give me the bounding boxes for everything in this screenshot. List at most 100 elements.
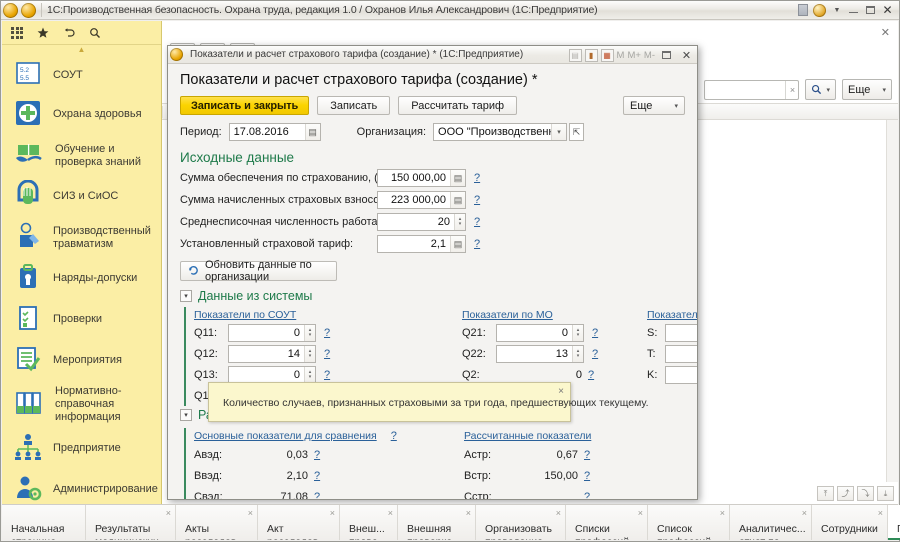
calculator-icon[interactable]: ▤ xyxy=(450,192,465,208)
calculate-tariff-button[interactable]: Рассчитать тариф xyxy=(398,96,517,115)
help-link[interactable]: ? xyxy=(474,172,480,184)
spinner-icon[interactable]: ▴▾ xyxy=(304,325,315,341)
favorites-star-icon[interactable] xyxy=(37,27,49,39)
close-icon[interactable]: × xyxy=(638,507,643,520)
group-header[interactable]: Показатели по страховым случаям xyxy=(647,309,697,321)
help-link[interactable]: ? xyxy=(592,327,598,339)
close-button[interactable]: ✕ xyxy=(879,2,896,18)
calc-left-header[interactable]: Основные показатели для сравнения xyxy=(194,430,377,442)
insurance-amount-input[interactable]: 150 000,00 ▤ xyxy=(377,169,466,187)
background-close-icon[interactable]: ✕ xyxy=(881,26,890,39)
taskbar-tab[interactable]: Акты расследов... × xyxy=(176,505,258,540)
calculator-icon[interactable]: ▤ xyxy=(450,170,465,186)
sidebar-item-reference[interactable]: Нормативно-справочная информация xyxy=(2,381,161,428)
premiums-accrued-input[interactable]: 223 000,00 ▤ xyxy=(377,191,466,209)
sidebar-item-inspections[interactable]: Проверки xyxy=(2,299,161,340)
write-and-close-button[interactable]: Записать и закрыть xyxy=(180,96,309,115)
taskbar-tab[interactable]: Акт расследов... × xyxy=(258,505,340,540)
organization-open-button[interactable]: ⇱ xyxy=(569,123,584,141)
q21-input[interactable]: 0 ▴▾ xyxy=(496,324,584,342)
s-input[interactable]: 2 ▴▾ xyxy=(665,324,697,342)
minimize-button[interactable] xyxy=(845,2,862,18)
group-header[interactable]: Показатели по СОУТ xyxy=(194,309,296,321)
help-link[interactable]: ? xyxy=(592,348,598,360)
coin-icon[interactable] xyxy=(811,2,828,18)
background-more-button[interactable]: Еще ▾ xyxy=(842,79,892,100)
organization-input[interactable]: ООО "Производственное предпри ▾ xyxy=(433,123,567,141)
taskbar-tab[interactable]: Список профессий и... × xyxy=(648,505,730,540)
help-link[interactable]: ? xyxy=(324,348,330,360)
taskbar-tab-active[interactable]: Показатели и расчет... × xyxy=(888,505,900,540)
close-icon[interactable]: × xyxy=(720,507,725,520)
established-tariff-input[interactable]: 2,1 ▤ xyxy=(377,235,466,253)
taskbar-tab[interactable]: Внешняя проверка... × xyxy=(398,505,476,540)
memory-add-button[interactable]: M+ xyxy=(627,50,640,61)
close-icon[interactable]: × xyxy=(388,507,393,520)
chevron-down-icon[interactable]: ▾ xyxy=(180,290,192,302)
calc-right-header[interactable]: Рассчитанные показатели xyxy=(464,430,591,442)
sidebar-item-injury[interactable]: Производственный травматизм xyxy=(2,217,161,258)
taskbar-tab[interactable]: Внеш... прове... × xyxy=(340,505,398,540)
more-menu-button[interactable]: Еще ▾ xyxy=(623,96,685,115)
headcount-input[interactable]: 20 ▴▾ xyxy=(377,213,466,231)
move-down-button[interactable]: ⤵ xyxy=(857,486,874,501)
q13-input[interactable]: 0 ▴▾ xyxy=(228,366,316,384)
help-link[interactable]: ? xyxy=(474,216,480,228)
spinner-icon[interactable]: ▴▾ xyxy=(304,367,315,383)
taskbar-tab-home[interactable]: Начальная страница xyxy=(2,505,86,540)
calendar-icon[interactable]: ▦ xyxy=(601,49,614,62)
help-link[interactable]: ? xyxy=(584,470,590,482)
dialog-close-button[interactable]: ✕ xyxy=(678,47,695,63)
spinner-icon[interactable]: ▴▾ xyxy=(454,214,465,230)
search-input[interactable]: × xyxy=(704,80,799,100)
write-button[interactable]: Записать xyxy=(317,96,390,115)
taskbar-tab[interactable]: Сотрудники × xyxy=(812,505,888,540)
taskbar-tab[interactable]: Списки профессий и... × xyxy=(566,505,648,540)
help-link[interactable]: ? xyxy=(584,449,590,461)
calculator-icon[interactable]: ▤ xyxy=(450,236,465,252)
chevron-down-icon[interactable]: ▾ xyxy=(180,409,192,421)
sidebar-item-training[interactable]: Обучение и проверка знаний xyxy=(2,135,161,176)
q22-input[interactable]: 13 ▴▾ xyxy=(496,345,584,363)
chevron-down-icon[interactable]: ▼ xyxy=(828,2,845,18)
taskbar-tab[interactable]: Результаты медицинских... × xyxy=(86,505,176,540)
q12-input[interactable]: 14 ▴▾ xyxy=(228,345,316,363)
group-header[interactable]: Показатели по МО xyxy=(462,309,553,321)
system-data-collapse-row[interactable]: ▾ Данные из системы xyxy=(168,281,697,305)
memory-recall-button[interactable]: M xyxy=(617,50,625,61)
chevron-down-icon[interactable]: ▾ xyxy=(551,124,566,140)
spinner-icon[interactable]: ▴▾ xyxy=(572,346,583,362)
close-icon[interactable]: × xyxy=(878,507,883,520)
help-link[interactable]: ? xyxy=(474,238,480,250)
taskbar-tab[interactable]: Аналитичес... отчет по × xyxy=(730,505,812,540)
period-input[interactable]: 17.08.2016 ▤ xyxy=(229,123,321,141)
help-link[interactable]: ? xyxy=(584,491,590,500)
close-icon[interactable]: × xyxy=(466,507,471,520)
help-link[interactable]: ? xyxy=(314,470,320,482)
maximize-button[interactable] xyxy=(862,2,879,18)
print-icon[interactable]: ▤ xyxy=(569,49,582,62)
help-link[interactable]: ? xyxy=(314,491,320,500)
search-icon[interactable] xyxy=(89,27,101,39)
q11-input[interactable]: 0 ▴▾ xyxy=(228,324,316,342)
sidebar-item-sout[interactable]: 5.2 5.5 СОУТ xyxy=(2,57,161,94)
strip-icon[interactable] xyxy=(794,2,811,18)
sidebar-scroll-up[interactable]: ▲ xyxy=(2,45,161,55)
history-icon[interactable] xyxy=(63,27,75,39)
search-button[interactable]: ▾ xyxy=(805,79,836,100)
sidebar-item-permits[interactable]: Наряды-допуски xyxy=(2,258,161,299)
dialog-restore-button[interactable] xyxy=(658,47,675,63)
sidebar-item-events[interactable]: Мероприятия xyxy=(2,340,161,381)
help-link[interactable]: ? xyxy=(324,327,330,339)
memory-subtract-button[interactable]: M- xyxy=(644,50,655,61)
sidebar-item-enterprise[interactable]: Предприятие xyxy=(2,428,161,469)
help-link[interactable]: ? xyxy=(391,430,397,442)
sidebar-item-ppe[interactable]: СИЗ и СиОС xyxy=(2,176,161,217)
help-link[interactable]: ? xyxy=(474,194,480,206)
tooltip-close-icon[interactable]: × xyxy=(558,386,564,397)
list-vertical-scrollbar[interactable] xyxy=(886,120,898,482)
close-icon[interactable]: × xyxy=(248,507,253,520)
spinner-icon[interactable]: ▴▾ xyxy=(572,325,583,341)
move-up-button[interactable]: ⤴ xyxy=(837,486,854,501)
close-icon[interactable]: × xyxy=(802,507,807,520)
